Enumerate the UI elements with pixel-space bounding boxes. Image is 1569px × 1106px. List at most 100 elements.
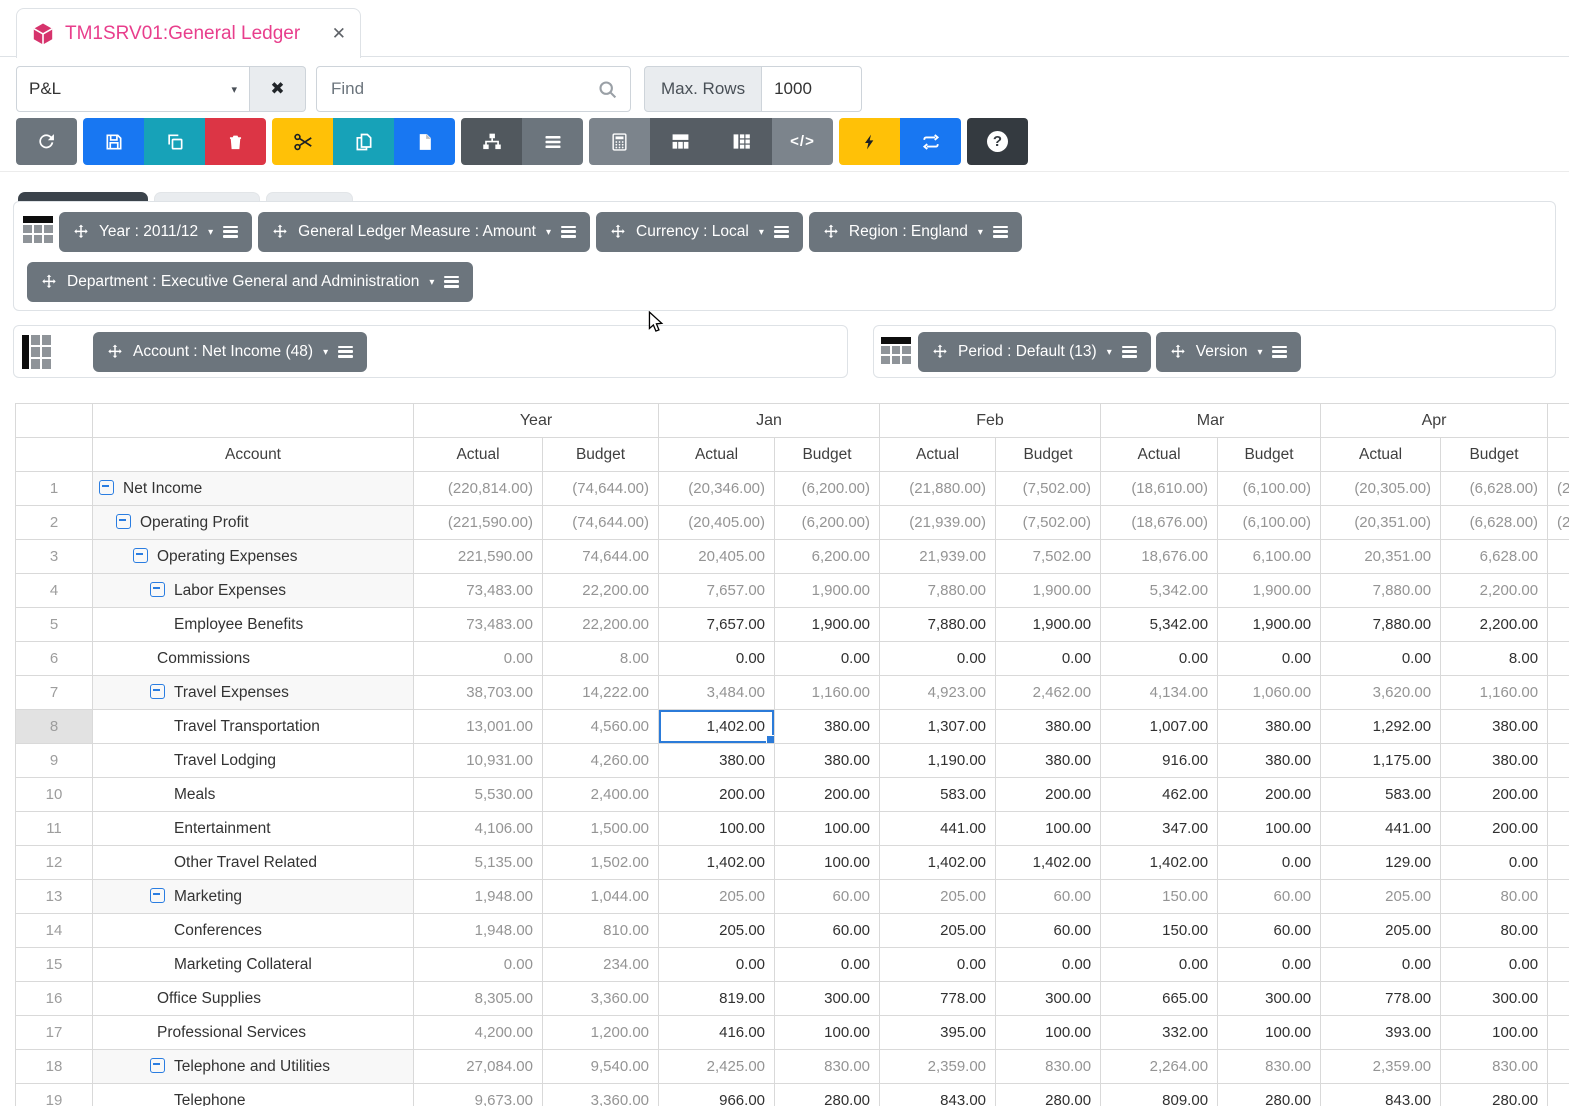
account-cell[interactable]: Marketing [93,880,414,914]
cell-r14-clipped[interactable] [1548,914,1569,948]
cell-r6-c8[interactable]: 0.00 [1321,642,1441,676]
save-button[interactable] [83,118,144,165]
account-cell[interactable]: Commissions [93,642,414,676]
cell-r17-c7[interactable]: 100.00 [1218,1016,1321,1050]
cell-r4-c4[interactable]: 7,880.00 [880,574,996,608]
account-cell[interactable]: Operating Expenses [93,540,414,574]
cell-r12-c4[interactable]: 1,402.00 [880,846,996,880]
cell-r16-c8[interactable]: 778.00 [1321,982,1441,1016]
cell-r11-c7[interactable]: 100.00 [1218,812,1321,846]
row-number[interactable]: 5 [16,608,93,642]
cut-button[interactable] [272,118,333,165]
cell-r6-c3[interactable]: 0.00 [775,642,880,676]
chevron-down-icon[interactable]: ▾ [978,227,983,238]
cell-r3-c3[interactable]: 6,200.00 [775,540,880,574]
cell-r15-c8[interactable]: 0.00 [1321,948,1441,982]
cell-r6-c1[interactable]: 8.00 [543,642,659,676]
row-number[interactable]: 11 [16,812,93,846]
cell-r10-c5[interactable]: 200.00 [996,778,1101,812]
cell-r15-c6[interactable]: 0.00 [1101,948,1218,982]
duplicate-button[interactable] [333,118,394,165]
cell-r1-clipped[interactable]: (2 [1548,472,1569,506]
cell-r13-c1[interactable]: 1,044.00 [543,880,659,914]
cell-r18-c9[interactable]: 830.00 [1441,1050,1548,1084]
cell-r2-c9[interactable]: (6,628.00) [1441,506,1548,540]
cell-r6-c9[interactable]: 8.00 [1441,642,1548,676]
cell-r13-c6[interactable]: 150.00 [1101,880,1218,914]
cell-r9-c5[interactable]: 380.00 [996,744,1101,778]
cell-r7-c0[interactable]: 38,703.00 [414,676,543,710]
cell-r11-c6[interactable]: 347.00 [1101,812,1218,846]
cell-r2-c8[interactable]: (20,351.00) [1321,506,1441,540]
cell-r19-c0[interactable]: 9,673.00 [414,1084,543,1106]
cell-r14-c3[interactable]: 60.00 [775,914,880,948]
cell-r19-c4[interactable]: 843.00 [880,1084,996,1106]
account-cell[interactable]: Telephone and Utilities [93,1050,414,1084]
cell-r2-c3[interactable]: (6,200.00) [775,506,880,540]
row-number[interactable]: 8 [16,710,93,744]
cell-r2-clipped[interactable]: (2 [1548,506,1569,540]
account-cell[interactable]: Net Income [93,472,414,506]
cell-r1-c1[interactable]: (74,644.00) [543,472,659,506]
cell-r11-c3[interactable]: 100.00 [775,812,880,846]
cell-r10-c3[interactable]: 200.00 [775,778,880,812]
cell-r15-c4[interactable]: 0.00 [880,948,996,982]
cell-r3-c1[interactable]: 74,644.00 [543,540,659,574]
cell-r6-c2[interactable]: 0.00 [659,642,775,676]
sub-header-actual[interactable]: Actual [1321,438,1441,472]
cell-r12-c3[interactable]: 100.00 [775,846,880,880]
cell-r3-c4[interactable]: 21,939.00 [880,540,996,574]
row-number[interactable]: 1 [16,472,93,506]
cell-r13-c9[interactable]: 80.00 [1441,880,1548,914]
cell-r15-c1[interactable]: 234.00 [543,948,659,982]
sub-header-actual[interactable]: Actual [880,438,996,472]
cell-r14-c2[interactable]: 205.00 [659,914,775,948]
cell-r5-c5[interactable]: 1,900.00 [996,608,1101,642]
layout-top-button[interactable] [650,118,711,165]
chevron-down-icon[interactable]: ▾ [1257,347,1262,358]
cell-r12-c6[interactable]: 1,402.00 [1101,846,1218,880]
hierarchy-button[interactable] [461,118,522,165]
account-cell[interactable]: Operating Profit [93,506,414,540]
cell-r15-clipped[interactable] [1548,948,1569,982]
cell-r2-c6[interactable]: (18,676.00) [1101,506,1218,540]
cell-r8-c3[interactable]: 380.00 [775,710,880,744]
cell-r16-c6[interactable]: 665.00 [1101,982,1218,1016]
account-cell[interactable]: Labor Expenses [93,574,414,608]
subset-list-icon[interactable] [561,226,576,239]
cell-r8-c5[interactable]: 380.00 [996,710,1101,744]
cell-r17-c1[interactable]: 1,200.00 [543,1016,659,1050]
cell-r1-c9[interactable]: (6,628.00) [1441,472,1548,506]
collapse-icon[interactable] [133,548,148,563]
dimension-pill-region[interactable]: Region : England ▾ [809,212,1022,252]
dimension-pill-period[interactable]: Period : Default (13) ▾ [918,332,1151,372]
help-button[interactable]: ? [967,118,1028,165]
row-number[interactable]: 12 [16,846,93,880]
cell-r15-c3[interactable]: 0.00 [775,948,880,982]
cell-r7-c9[interactable]: 1,160.00 [1441,676,1548,710]
cell-r3-c5[interactable]: 7,502.00 [996,540,1101,574]
sub-header-budget[interactable]: Budget [1441,438,1548,472]
cell-r13-c3[interactable]: 60.00 [775,880,880,914]
cell-r4-c1[interactable]: 22,200.00 [543,574,659,608]
sub-header-budget[interactable]: Budget [1218,438,1321,472]
cell-r6-c4[interactable]: 0.00 [880,642,996,676]
cell-r6-clipped[interactable] [1548,642,1569,676]
cell-r13-c0[interactable]: 1,948.00 [414,880,543,914]
account-cell[interactable]: Professional Services [93,1016,414,1050]
cell-r18-c2[interactable]: 2,425.00 [659,1050,775,1084]
cell-r4-c0[interactable]: 73,483.00 [414,574,543,608]
account-cell[interactable]: Entertainment [93,812,414,846]
cell-r16-c2[interactable]: 819.00 [659,982,775,1016]
row-number[interactable]: 17 [16,1016,93,1050]
cell-r7-c5[interactable]: 2,462.00 [996,676,1101,710]
cell-r1-c0[interactable]: (220,814.00) [414,472,543,506]
account-cell[interactable]: Travel Lodging [93,744,414,778]
cell-r17-c6[interactable]: 332.00 [1101,1016,1218,1050]
account-cell[interactable]: Employee Benefits [93,608,414,642]
paste-button[interactable] [394,118,455,165]
cell-r8-c1[interactable]: 4,560.00 [543,710,659,744]
cell-r8-clipped[interactable] [1548,710,1569,744]
subset-list-icon[interactable] [338,346,353,359]
cell-r16-clipped[interactable] [1548,982,1569,1016]
